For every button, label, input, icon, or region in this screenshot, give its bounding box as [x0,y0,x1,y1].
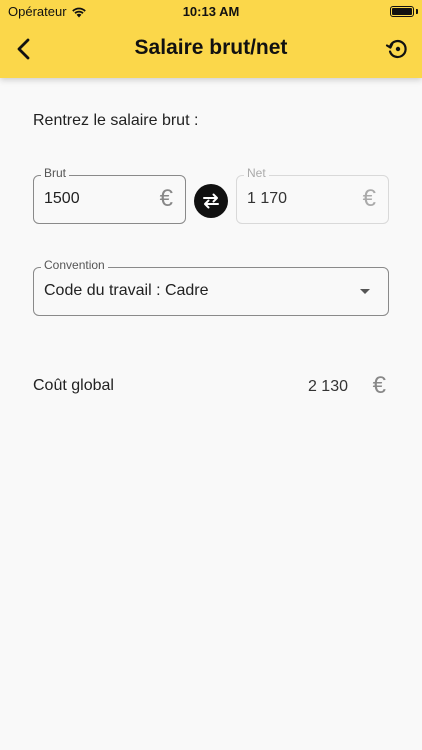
brut-value: 1500 [44,190,80,207]
battery-tip [416,9,418,14]
convention-select[interactable]: Convention Code du travail : Cadre [33,258,389,316]
convention-value: Code du travail : Cadre [44,282,209,299]
net-label: Net [244,166,269,180]
swap-button[interactable] [194,184,228,218]
euro-icon: € [159,185,173,212]
history-icon [385,39,407,59]
app-header: Opérateur 10:13 AM Salaire brut/net [0,0,422,78]
euro-icon: € [372,372,386,399]
history-button[interactable] [382,34,412,64]
nav-bar: Salaire brut/net [0,24,422,74]
status-bar: Opérateur 10:13 AM [0,0,422,24]
net-input[interactable]: Net 1 170 € [236,166,389,224]
input-prompt: Rentrez le salaire brut : [33,112,199,129]
brut-input[interactable]: Brut 1500 € [33,166,186,224]
net-value: 1 170 [247,190,288,207]
total-cost-label: Coût global [33,377,114,394]
caret-down-icon [360,289,370,294]
brut-label: Brut [41,166,70,180]
swap-icon [203,193,219,209]
convention-label: Convention [41,258,108,272]
total-cost-value: 2 130 [307,378,348,395]
battery-level [392,8,412,15]
euro-icon: € [362,185,376,212]
battery-icon [390,6,414,17]
status-time: 10:13 AM [182,4,240,19]
page-title: Salaire brut/net [134,36,288,59]
